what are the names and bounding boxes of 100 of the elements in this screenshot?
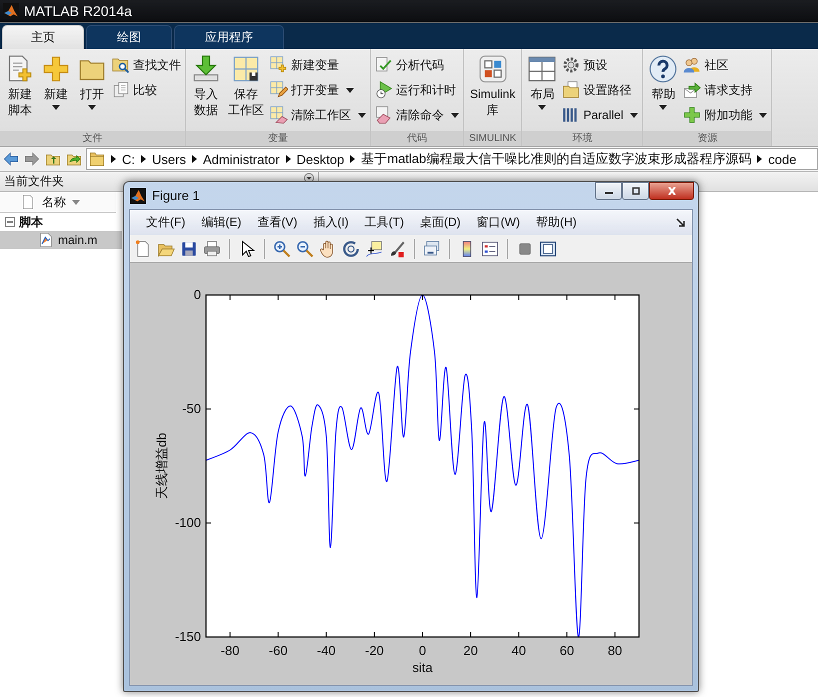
- chevron-icon: [286, 155, 291, 163]
- path-segment[interactable]: Administrator: [202, 152, 280, 166]
- x-tick-label: -20: [365, 643, 384, 658]
- envelope-arrow-icon: [683, 81, 702, 99]
- caret-icon: [659, 105, 668, 110]
- layout-icon: [528, 55, 556, 83]
- column-title: 名称: [42, 194, 66, 210]
- close-icon: [666, 187, 678, 195]
- y-axis-label: 天线增益db: [154, 432, 169, 500]
- menu-item[interactable]: 查看(V): [249, 214, 306, 231]
- ribbon-tab[interactable]: 绘图: [86, 25, 172, 49]
- maximize-button[interactable]: [622, 182, 649, 200]
- ribbon-button[interactable]: 预设: [560, 53, 640, 77]
- plot-frame-icon[interactable]: [539, 240, 557, 258]
- ribbon-button[interactable]: 新建 脚本: [2, 53, 38, 131]
- back-button[interactable]: [2, 151, 20, 167]
- chevron-icon: [757, 155, 762, 163]
- ribbon-button[interactable]: 布局: [524, 53, 560, 131]
- file-name: main.m: [58, 233, 98, 247]
- path-segment[interactable]: code: [768, 152, 796, 166]
- ribbon-button[interactable]: 请求支持: [681, 78, 770, 102]
- plus-icon: [683, 106, 702, 124]
- menu-item[interactable]: 窗口(W): [468, 214, 528, 231]
- ribbon-button[interactable]: 设置路径: [560, 78, 640, 102]
- ribbon-button[interactable]: 导入 数据: [188, 53, 224, 131]
- menu-item[interactable]: 桌面(D): [412, 214, 469, 231]
- people-icon: [683, 56, 702, 74]
- y-tick-label: 0: [194, 287, 201, 302]
- file-row[interactable]: main.m: [0, 231, 122, 249]
- grid-pencil-icon: [270, 81, 288, 99]
- menu-item[interactable]: 编辑(E): [193, 214, 250, 231]
- forward-button[interactable]: [23, 151, 41, 167]
- brush-icon[interactable]: [388, 240, 406, 258]
- ribbon-button[interactable]: 新建: [38, 53, 74, 131]
- x-axis-label: sita: [412, 660, 433, 675]
- group-label: 环境: [522, 131, 642, 146]
- ribbon-button[interactable]: 清除命令: [373, 103, 461, 127]
- column-header[interactable]: 名称: [0, 192, 116, 213]
- ribbon-button[interactable]: Simulink 库: [466, 53, 520, 131]
- rotate-icon[interactable]: [342, 240, 360, 258]
- expand-toggle-icon[interactable]: [5, 217, 15, 227]
- caret-icon: [346, 88, 354, 92]
- chevron-icon: [111, 155, 116, 163]
- address-field[interactable]: C: Users Administrator Desktop 基于matlab编程最大信干噪比准则的自适应数字波束形成器程序源码 code: [86, 148, 818, 170]
- ribbon-button[interactable]: 分析代码: [373, 53, 461, 77]
- ribbon-button[interactable]: 查找文件: [110, 53, 183, 77]
- tree-folder[interactable]: 脚本: [19, 214, 43, 230]
- grid-eraser-icon: [270, 106, 288, 124]
- file-icon: [20, 194, 36, 210]
- ribbon-button[interactable]: 打开变量: [268, 78, 368, 102]
- group-label: SIMULINK: [464, 131, 522, 146]
- menu-item[interactable]: 文件(F): [138, 214, 194, 231]
- link-icon[interactable]: [423, 240, 441, 258]
- zoom-in-icon[interactable]: [273, 240, 291, 258]
- y-tick-label: -150: [174, 629, 201, 644]
- folder-magnifier-icon: [112, 56, 130, 74]
- caret-icon: [358, 112, 366, 118]
- gear-icon: [562, 56, 580, 74]
- x-tick-label: 60: [560, 643, 574, 658]
- x-tick-label: -40: [316, 643, 336, 658]
- ribbon-button[interactable]: 社区: [681, 53, 770, 77]
- ribbon-button[interactable]: 打开: [74, 53, 110, 131]
- caret-icon: [88, 105, 96, 110]
- close-button[interactable]: [649, 182, 694, 200]
- matlab-logo-icon: [3, 3, 19, 19]
- menu-item[interactable]: 工具(T): [356, 214, 412, 231]
- menu-item[interactable]: 插入(I): [305, 214, 357, 231]
- printer-icon[interactable]: [203, 240, 221, 258]
- ribbon-button[interactable]: Parallel: [560, 103, 640, 127]
- ribbon-button[interactable]: 附加功能: [681, 103, 770, 127]
- ribbon-button[interactable]: 新建变量: [268, 53, 368, 77]
- blocks-icon: [478, 55, 507, 83]
- caret-icon: [630, 112, 638, 118]
- minimize-button[interactable]: [595, 182, 622, 200]
- ribbon-button[interactable]: 保存 工作区: [224, 53, 268, 131]
- dock-arrow-icon[interactable]: [676, 218, 686, 228]
- chevron-icon: [192, 155, 197, 163]
- ribbon-button[interactable]: 比较: [110, 78, 183, 102]
- zoom-out-icon[interactable]: [296, 240, 314, 258]
- data-cursor-icon[interactable]: [365, 240, 383, 258]
- caret-icon: [759, 112, 768, 118]
- matlab-logo-icon: [130, 188, 146, 204]
- path-segment[interactable]: 基于matlab编程最大信干噪比准则的自适应数字波束形成器程序源码: [361, 150, 752, 168]
- x-tick-label: -80: [220, 643, 240, 658]
- window-title: Figure 1: [152, 188, 200, 203]
- ribbon-button[interactable]: 帮助: [645, 53, 682, 131]
- legend-icon[interactable]: [481, 240, 499, 258]
- path-segment[interactable]: Users: [152, 152, 186, 166]
- ribbon-tab[interactable]: 应用程序: [174, 25, 284, 49]
- menu-item[interactable]: 帮助(H): [528, 214, 585, 231]
- help-icon: [649, 55, 678, 83]
- download-arrow-icon: [192, 55, 220, 83]
- path-segment[interactable]: C:: [122, 152, 135, 166]
- x-tick-label: 80: [608, 643, 622, 658]
- ribbon-tab[interactable]: 主页: [2, 25, 84, 49]
- ribbon-button[interactable]: 运行和计时: [373, 78, 461, 102]
- path-segment[interactable]: Desktop: [296, 152, 344, 166]
- ribbon-button[interactable]: 清除工作区: [268, 103, 368, 127]
- document-check-icon: [375, 56, 393, 74]
- x-tick-label: 20: [463, 643, 478, 658]
